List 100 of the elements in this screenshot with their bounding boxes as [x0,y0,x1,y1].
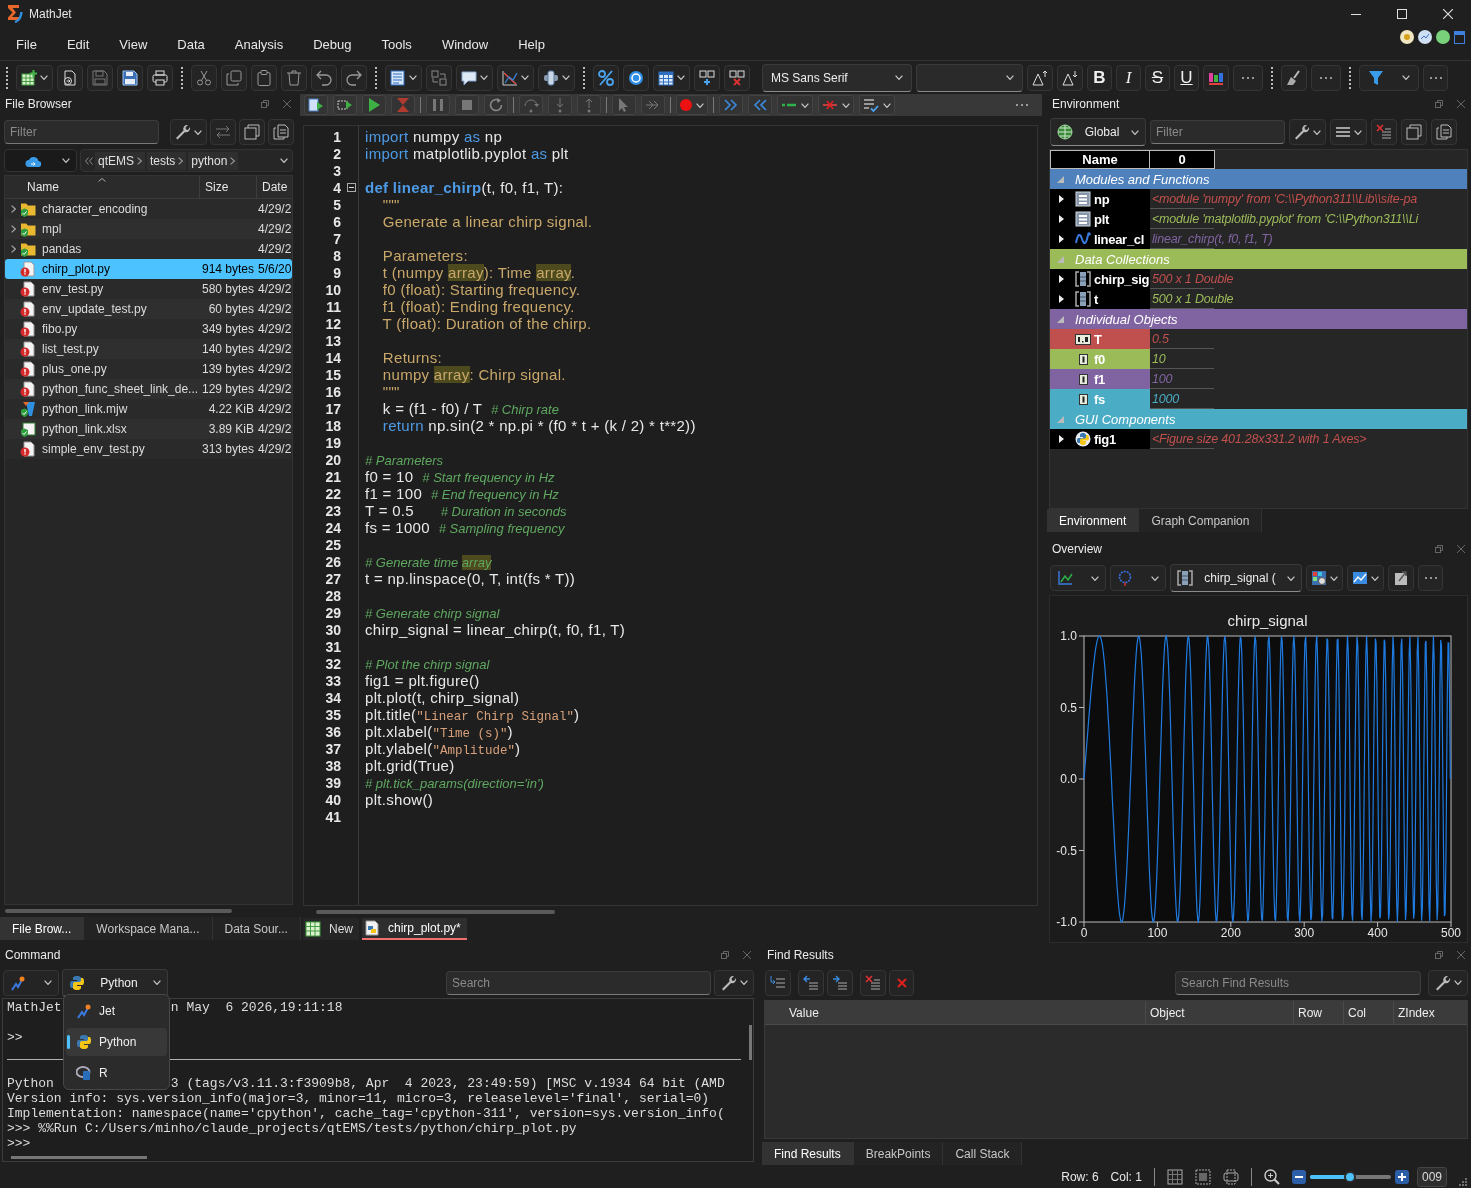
find-button[interactable] [765,969,791,996]
zoom-in-icon[interactable] [1394,1169,1409,1184]
file-row[interactable]: character_encoding 4/29/2 [5,199,292,219]
name-cell[interactable]: T [1050,329,1150,349]
remove-button[interactable] [889,969,914,996]
panel-tab[interactable]: Call Stack [943,1142,1023,1165]
panel-tab[interactable]: Workspace Mana... [84,917,213,940]
window-button[interactable] [239,119,265,145]
grid-image-button[interactable] [1306,565,1343,591]
path-segment[interactable]: tests [147,151,187,170]
group-header[interactable]: Modules and Functions [1050,169,1467,189]
undo-button[interactable] [311,64,337,91]
plot-tool-button[interactable] [1050,565,1106,591]
series-dropdown[interactable]: chirp_signal ( [1170,564,1302,592]
name-cell[interactable]: np [1050,189,1150,209]
shrink-font-button[interactable] [1057,64,1083,91]
chart-circle-icon[interactable] [1418,30,1432,44]
run-button[interactable] [304,95,328,115]
panel-tab[interactable]: Graph Companion [1139,509,1263,532]
menu-item[interactable]: Help [503,33,560,55]
name-cell[interactable]: plt [1050,209,1150,229]
indent-button[interactable] [719,95,743,115]
close-icon[interactable] [1457,545,1465,553]
file-row[interactable]: env_test.py 580 bytes 4/29/2 [5,279,292,299]
copy-button[interactable] [1431,119,1457,145]
column-header[interactable]: Name [5,176,200,198]
column-header[interactable]: 0 [1150,150,1215,169]
font-color-button[interactable] [1203,64,1229,91]
list-button[interactable] [385,64,422,91]
play-button[interactable] [362,95,386,115]
name-cell[interactable]: chirp_sig [1050,269,1150,289]
name-cell[interactable]: linear_cl [1050,229,1150,249]
strike-button[interactable]: S [1145,64,1170,91]
settings-button[interactable] [170,119,207,145]
dashed-square-icon[interactable] [1194,1168,1211,1185]
panel-tab[interactable]: Environment [1047,509,1140,532]
horizontal-scrollbar[interactable] [11,1156,147,1159]
window-icon[interactable] [1454,30,1465,44]
close-icon[interactable] [743,951,751,959]
file-row[interactable]: simple_env_test.py 313 bytes 4/29/2 [5,439,292,459]
restore-icon[interactable] [1435,545,1443,553]
restore-icon[interactable] [721,951,729,959]
restore-icon[interactable] [261,100,269,108]
column-header[interactable]: Col [1344,1001,1394,1024]
name-cell[interactable]: f1 [1050,369,1150,389]
scope-dropdown[interactable]: Global [1050,118,1146,146]
menu-item[interactable]: View [104,33,163,55]
menu-option[interactable]: R [66,1059,167,1087]
column-header[interactable]: ZIndex [1394,1001,1467,1024]
clear-list-button[interactable] [860,969,886,996]
file-row[interactable]: plus_one.py 139 bytes 4/29/2 [5,359,292,379]
panel-tab[interactable]: File Brow... [0,917,85,940]
close-icon[interactable] [283,100,291,108]
expand-triangle-icon[interactable] [1059,295,1064,303]
panel-tab[interactable]: Data Sour... [212,917,301,940]
file-row[interactable]: python_func_sheet_link_de... 129 bytes 4/29/2 [5,379,292,399]
menu-option[interactable]: Python [66,1028,167,1056]
filled-circle-icon[interactable] [1436,30,1450,44]
menu-item[interactable]: Edit [51,33,105,55]
menu-item[interactable]: Debug [298,33,367,55]
path-segment[interactable]: python [188,151,239,170]
expand-chevron-icon[interactable] [11,205,16,213]
file-row[interactable]: python_link.mjw 4.22 KiB 4/29/2 [5,399,292,419]
delete-button[interactable] [281,64,307,91]
column-header[interactable]: Name [1050,150,1150,169]
column-header[interactable]: Value [765,1001,1146,1024]
column-header[interactable]: Size [200,176,257,198]
resize-grip-icon[interactable] [1459,1178,1467,1186]
font-size-dropdown[interactable] [916,63,1023,92]
filter-field[interactable]: Filter [4,120,159,144]
vertical-scrollbar[interactable] [749,1025,752,1060]
comment-line-button[interactable] [777,95,813,115]
search-field[interactable]: Search [446,970,711,995]
print-button[interactable] [147,64,173,91]
italic-button[interactable]: I [1116,64,1141,91]
file-row[interactable]: list_test.py 140 bytes 4/29/2 [5,339,292,359]
cut-button[interactable] [191,64,217,91]
view-button[interactable] [1330,119,1367,145]
location-dropdown[interactable] [4,149,77,172]
window-button[interactable] [1401,119,1427,145]
editor-tab[interactable]: chirp_plot.py* [362,918,467,940]
restore-icon[interactable] [1435,951,1443,959]
file-row[interactable]: fibo.py 349 bytes 4/29/2 [5,319,292,339]
copy-path-button[interactable] [268,119,294,145]
menu-item[interactable]: Data [162,33,220,55]
column-header[interactable]: Object [1146,1001,1294,1024]
name-cell[interactable]: fig1 [1050,429,1150,449]
menu-item[interactable]: Tools [366,33,427,55]
path-segment[interactable]: qtEMS [95,151,145,170]
horizontal-scrollbar[interactable] [5,909,232,913]
pipe-button[interactable] [538,64,575,91]
bold-button[interactable]: B [1087,64,1112,91]
file-row[interactable]: pandas 4/29/2 [5,239,292,259]
close-icon[interactable] [1457,100,1465,108]
expand-triangle-icon[interactable] [1059,435,1064,443]
file-row[interactable]: env_update_test.py 60 bytes 4/29/2 [5,299,292,319]
chart-image-button[interactable] [1347,565,1384,591]
new-sheet-button[interactable] [16,64,53,91]
language-dropdown[interactable]: Python [62,968,168,997]
expand-triangle-icon[interactable] [1059,195,1064,203]
